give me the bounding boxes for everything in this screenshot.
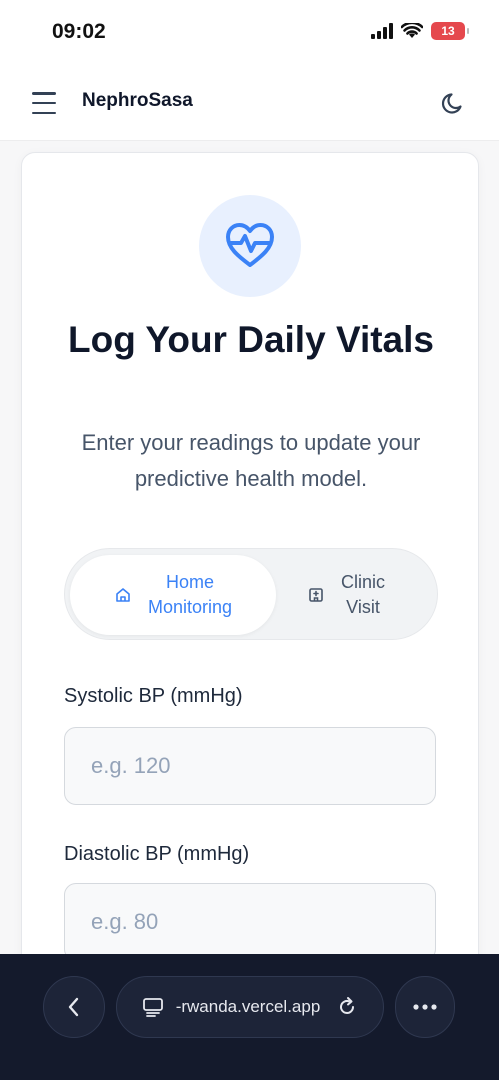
moon-icon bbox=[441, 93, 462, 114]
clinic-visit-line1: Clinic bbox=[340, 572, 385, 592]
page-title: Log Your Daily Vitals bbox=[68, 319, 434, 360]
chevron-left-icon bbox=[68, 997, 79, 1017]
address-bar[interactable]: -rwanda.vercel.app bbox=[116, 976, 384, 1038]
diastolic-label: Diastolic BP (mmHg) bbox=[64, 843, 250, 865]
home-icon bbox=[116, 588, 130, 602]
more-dots-icon bbox=[413, 1004, 437, 1010]
clinic-visit-label: Clinic Visit bbox=[341, 570, 385, 620]
monitoring-mode-toggle: Home Monitoring Clinic Visit bbox=[64, 548, 438, 640]
heart-pulse-icon bbox=[226, 223, 274, 267]
url-text: -rwanda.vercel.app bbox=[175, 997, 321, 1016]
systolic-input[interactable] bbox=[64, 727, 436, 805]
status-time: 09:02 bbox=[52, 20, 106, 43]
home-monitoring-tab[interactable]: Home Monitoring bbox=[70, 555, 276, 635]
cellular-signal-icon bbox=[371, 23, 393, 39]
battery-icon: 13 bbox=[431, 22, 469, 40]
menu-button[interactable] bbox=[30, 88, 60, 118]
battery-level: 13 bbox=[441, 24, 455, 38]
hospital-icon bbox=[309, 588, 323, 602]
page-subtitle: Enter your readings to update your predi… bbox=[81, 430, 421, 491]
brand-name: NephroSasa bbox=[82, 90, 193, 111]
status-icons: 13 bbox=[371, 22, 469, 40]
reload-icon[interactable] bbox=[336, 996, 358, 1018]
home-monitoring-line2: Monitoring bbox=[147, 597, 233, 617]
clinic-visit-tab[interactable]: Clinic Visit bbox=[261, 555, 431, 635]
diastolic-input[interactable] bbox=[64, 883, 436, 961]
wifi-icon bbox=[401, 23, 423, 38]
systolic-label: Systolic BP (mmHg) bbox=[64, 685, 243, 707]
clinic-visit-line2: Visit bbox=[346, 597, 380, 617]
more-options-button[interactable] bbox=[395, 976, 455, 1038]
home-monitoring-label: Home Monitoring bbox=[148, 570, 232, 620]
theme-toggle-button[interactable] bbox=[439, 88, 469, 118]
hamburger-icon-line bbox=[32, 111, 56, 114]
hamburger-icon-line bbox=[32, 92, 56, 95]
hamburger-icon-line bbox=[32, 101, 56, 105]
status-bar: 09:02 13 bbox=[0, 0, 499, 66]
home-monitoring-line1: Home bbox=[165, 572, 214, 592]
back-button[interactable] bbox=[43, 976, 105, 1038]
heart-badge bbox=[199, 195, 301, 297]
app-header: NephroSasa bbox=[0, 66, 499, 140]
vitals-card: Log Your Daily Vitals Enter your reading… bbox=[21, 152, 479, 972]
browser-toolbar: -rwanda.vercel.app bbox=[0, 954, 499, 1080]
tab-overview-icon bbox=[142, 998, 163, 1017]
